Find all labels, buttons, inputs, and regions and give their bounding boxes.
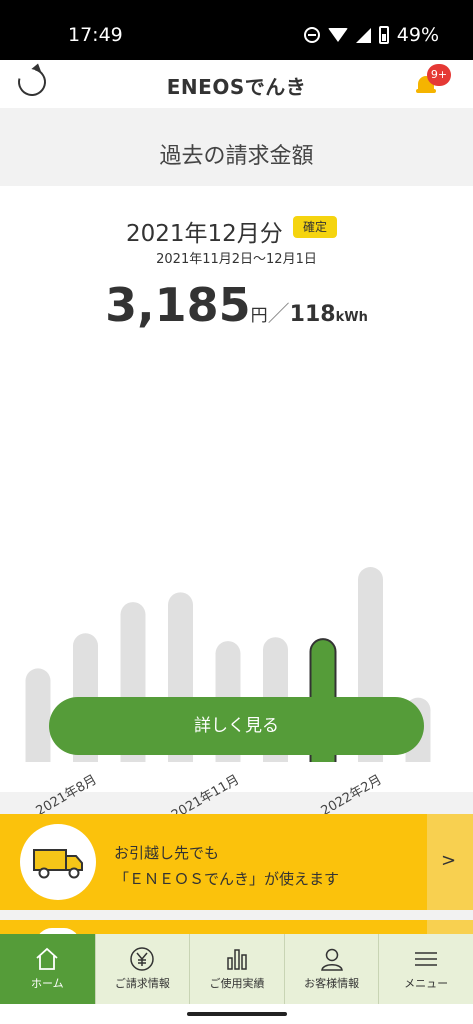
- nav-label: ご請求情報: [114, 977, 170, 990]
- details-button[interactable]: 詳しく見る: [49, 697, 424, 755]
- chevron-right-icon: >: [441, 850, 457, 871]
- nav-customer[interactable]: お客様情報: [283, 934, 379, 1004]
- nav-label: メニュー: [404, 977, 449, 990]
- status-time: 17:49: [68, 24, 123, 46]
- yen-icon: [130, 947, 155, 971]
- chart-bar[interactable]: [25, 668, 51, 774]
- amount-separator: ／: [267, 302, 290, 327]
- bill-amount: 3,185: [105, 278, 251, 332]
- page-title: 過去の請求金額: [159, 144, 314, 169]
- bill-card: 2021年12月分 確定 2021年11月2日〜12月1日 3,185円／118…: [0, 186, 473, 854]
- bill-period: 2021年11月2日〜12月1日: [156, 252, 317, 267]
- status-bar: 17:49 49%: [0, 0, 473, 60]
- chart-tick-label: 2021年8月: [34, 772, 100, 819]
- nav-label: ホーム: [30, 977, 64, 990]
- app-logo: ENEOSでんき: [166, 75, 307, 99]
- bar-chart-icon: [227, 949, 247, 970]
- promo-line-2: 「ＥＮＥＯＳでんき」が使えます: [114, 870, 340, 888]
- truck-icon: [33, 849, 83, 879]
- menu-icon: [415, 952, 438, 966]
- amount-unit: 円: [250, 306, 268, 326]
- wifi-icon: [327, 28, 348, 42]
- status-badge: 確定: [293, 216, 337, 238]
- promo-text: お引越し先でも 「ＥＮＥＯＳでんき」が使えます: [114, 840, 339, 892]
- promo-line-1: お引越し先でも: [114, 844, 220, 862]
- nav-home[interactable]: ホーム: [0, 934, 95, 1004]
- home-icon: [36, 947, 58, 970]
- bill-month: 2021年12月分: [126, 221, 283, 247]
- amount-row: 3,185円／118kWh: [0, 278, 473, 332]
- battery-icon: [378, 26, 389, 44]
- usage-value: 118: [289, 302, 336, 327]
- cell-signal-icon: [355, 27, 371, 43]
- person-icon: [320, 948, 343, 971]
- chart-svg: 2021年8月 2021年11月 2022年2月: [0, 567, 473, 854]
- nav-usage[interactable]: ご使用実績: [189, 934, 284, 1004]
- chart-baseline-mask: [0, 762, 473, 792]
- status-icons: 49%: [303, 24, 439, 46]
- promo-arrow[interactable]: >: [427, 814, 473, 910]
- do-not-disturb-icon: [303, 27, 320, 43]
- usage-bar-chart[interactable]: 2021年8月 2021年11月 2022年2月: [0, 372, 473, 872]
- battery-level: 49%: [396, 24, 439, 46]
- nav-billing[interactable]: ご請求情報: [94, 934, 190, 1004]
- usage-unit: kWh: [335, 310, 368, 325]
- promo-banner[interactable]: お引越し先でも 「ＥＮＥＯＳでんき」が使えます >: [0, 814, 473, 910]
- nav-label: お客様情報: [304, 977, 360, 990]
- notification-badge: 9+: [427, 64, 451, 86]
- truck-icon-circle: [20, 824, 96, 900]
- nav-label: ご使用実績: [209, 977, 265, 990]
- gesture-bar: [0, 1004, 473, 1024]
- app-header: ENEOSでんき: [0, 60, 473, 108]
- title-band: 過去の請求金額: [0, 108, 473, 186]
- chart-tick-label: 2022年2月: [319, 772, 385, 819]
- bottom-nav: ホーム ご請求情報 ご使用実績 お客様情報 メニュー: [0, 934, 473, 1004]
- nav-menu[interactable]: メニュー: [378, 934, 473, 1004]
